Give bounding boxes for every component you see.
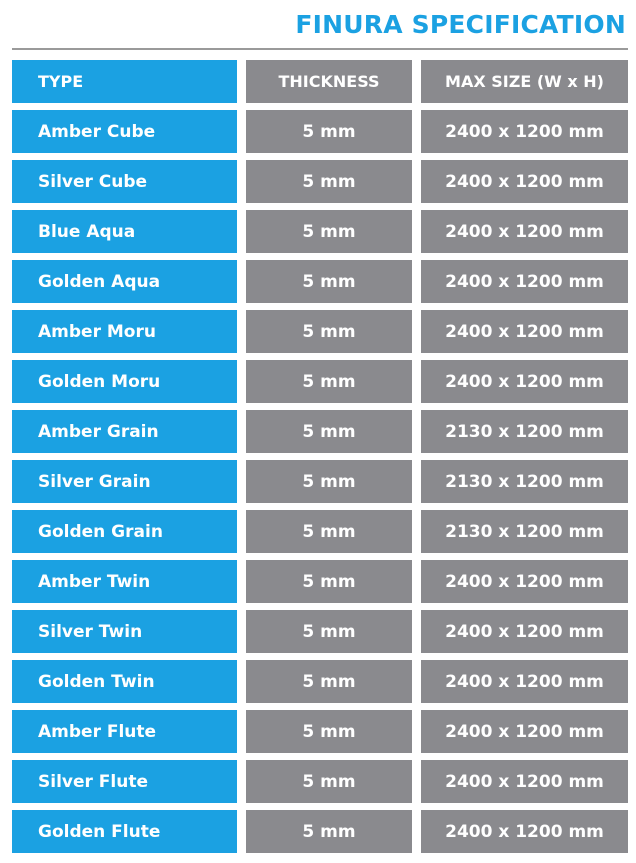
max-size-cell: 2400 x 1200 mm xyxy=(421,710,628,753)
thickness-cell: 5 mm xyxy=(246,260,412,303)
type-cell: Golden Grain xyxy=(12,510,237,553)
type-cell: Silver Twin xyxy=(12,610,237,653)
header-type: TYPE xyxy=(12,60,237,103)
type-cell: Amber Flute xyxy=(12,710,237,753)
max-size-cell: 2400 x 1200 mm xyxy=(421,210,628,253)
header-thickness: THICKNESS xyxy=(246,60,412,103)
type-cell: Blue Aqua xyxy=(12,210,237,253)
max-size-cell: 2130 x 1200 mm xyxy=(421,460,628,503)
type-cell: Golden Moru xyxy=(12,360,237,403)
type-cell: Golden Twin xyxy=(12,660,237,703)
thickness-cell: 5 mm xyxy=(246,210,412,253)
type-cell: Amber Grain xyxy=(12,410,237,453)
table-row: Blue Aqua 5 mm 2400 x 1200 mm xyxy=(12,210,628,253)
page-title: FINURA SPECIFICATION xyxy=(295,10,626,39)
type-cell: Amber Twin xyxy=(12,560,237,603)
table-row: Silver Twin 5 mm 2400 x 1200 mm xyxy=(12,610,628,653)
thickness-cell: 5 mm xyxy=(246,460,412,503)
header-max-size: MAX SIZE (W x H) xyxy=(421,60,628,103)
max-size-cell: 2400 x 1200 mm xyxy=(421,260,628,303)
max-size-cell: 2130 x 1200 mm xyxy=(421,510,628,553)
table-row: Golden Grain 5 mm 2130 x 1200 mm xyxy=(12,510,628,553)
table-row: Amber Moru 5 mm 2400 x 1200 mm xyxy=(12,310,628,353)
table-row: Golden Aqua 5 mm 2400 x 1200 mm xyxy=(12,260,628,303)
thickness-cell: 5 mm xyxy=(246,410,412,453)
type-cell: Silver Grain xyxy=(12,460,237,503)
max-size-cell: 2400 x 1200 mm xyxy=(421,610,628,653)
max-size-cell: 2130 x 1200 mm xyxy=(421,410,628,453)
specification-table: TYPE THICKNESS MAX SIZE (W x H) Amber Cu… xyxy=(12,60,628,860)
max-size-cell: 2400 x 1200 mm xyxy=(421,360,628,403)
type-cell: Golden Aqua xyxy=(12,260,237,303)
thickness-cell: 5 mm xyxy=(246,510,412,553)
type-cell: Silver Cube xyxy=(12,160,237,203)
thickness-cell: 5 mm xyxy=(246,560,412,603)
thickness-cell: 5 mm xyxy=(246,110,412,153)
table-row: Golden Flute 5 mm 2400 x 1200 mm xyxy=(12,810,628,853)
thickness-cell: 5 mm xyxy=(246,610,412,653)
max-size-cell: 2400 x 1200 mm xyxy=(421,810,628,853)
thickness-cell: 5 mm xyxy=(246,710,412,753)
type-cell: Silver Flute xyxy=(12,760,237,803)
type-cell: Amber Cube xyxy=(12,110,237,153)
max-size-cell: 2400 x 1200 mm xyxy=(421,310,628,353)
thickness-cell: 5 mm xyxy=(246,660,412,703)
type-cell: Golden Flute xyxy=(12,810,237,853)
table-row: Golden Twin 5 mm 2400 x 1200 mm xyxy=(12,660,628,703)
table-row: Amber Grain 5 mm 2130 x 1200 mm xyxy=(12,410,628,453)
thickness-cell: 5 mm xyxy=(246,160,412,203)
table-row: Silver Flute 5 mm 2400 x 1200 mm xyxy=(12,760,628,803)
max-size-cell: 2400 x 1200 mm xyxy=(421,660,628,703)
thickness-cell: 5 mm xyxy=(246,760,412,803)
table-row: Golden Moru 5 mm 2400 x 1200 mm xyxy=(12,360,628,403)
max-size-cell: 2400 x 1200 mm xyxy=(421,110,628,153)
table-row: Amber Twin 5 mm 2400 x 1200 mm xyxy=(12,560,628,603)
thickness-cell: 5 mm xyxy=(246,810,412,853)
table-row: Silver Cube 5 mm 2400 x 1200 mm xyxy=(12,160,628,203)
title-divider xyxy=(12,48,628,50)
table-row: Amber Cube 5 mm 2400 x 1200 mm xyxy=(12,110,628,153)
max-size-cell: 2400 x 1200 mm xyxy=(421,760,628,803)
max-size-cell: 2400 x 1200 mm xyxy=(421,160,628,203)
max-size-cell: 2400 x 1200 mm xyxy=(421,560,628,603)
table-row: Silver Grain 5 mm 2130 x 1200 mm xyxy=(12,460,628,503)
thickness-cell: 5 mm xyxy=(246,360,412,403)
table-header-row: TYPE THICKNESS MAX SIZE (W x H) xyxy=(12,60,628,103)
table-row: Amber Flute 5 mm 2400 x 1200 mm xyxy=(12,710,628,753)
thickness-cell: 5 mm xyxy=(246,310,412,353)
type-cell: Amber Moru xyxy=(12,310,237,353)
